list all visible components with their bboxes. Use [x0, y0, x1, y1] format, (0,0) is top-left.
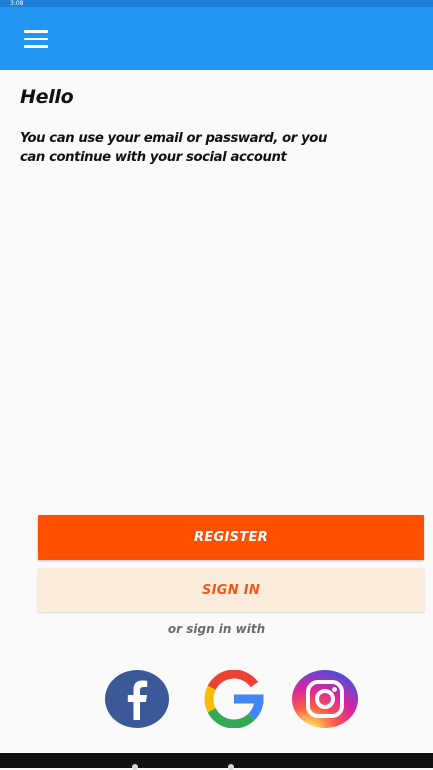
intro-text: You can use your email or passward, or y…: [20, 131, 327, 165]
status-bar: 3:08: [0, 0, 433, 7]
hamburger-menu-icon[interactable]: [14, 21, 58, 57]
register-button[interactable]: REGISTER: [38, 515, 424, 560]
nav-back-icon[interactable]: [132, 764, 138, 770]
nav-home-icon[interactable]: [228, 764, 234, 770]
facebook-icon[interactable]: [105, 670, 169, 728]
greeting-title: Hello: [20, 86, 74, 108]
google-icon[interactable]: [202, 670, 266, 728]
instagram-icon[interactable]: [292, 670, 358, 728]
status-time: 3:08: [10, 0, 24, 7]
system-navigation-bar: [0, 753, 433, 770]
sign-in-button[interactable]: SIGN IN: [38, 568, 424, 612]
social-sign-in-prompt: or sign in with: [167, 622, 266, 636]
app-bar: [0, 7, 433, 70]
